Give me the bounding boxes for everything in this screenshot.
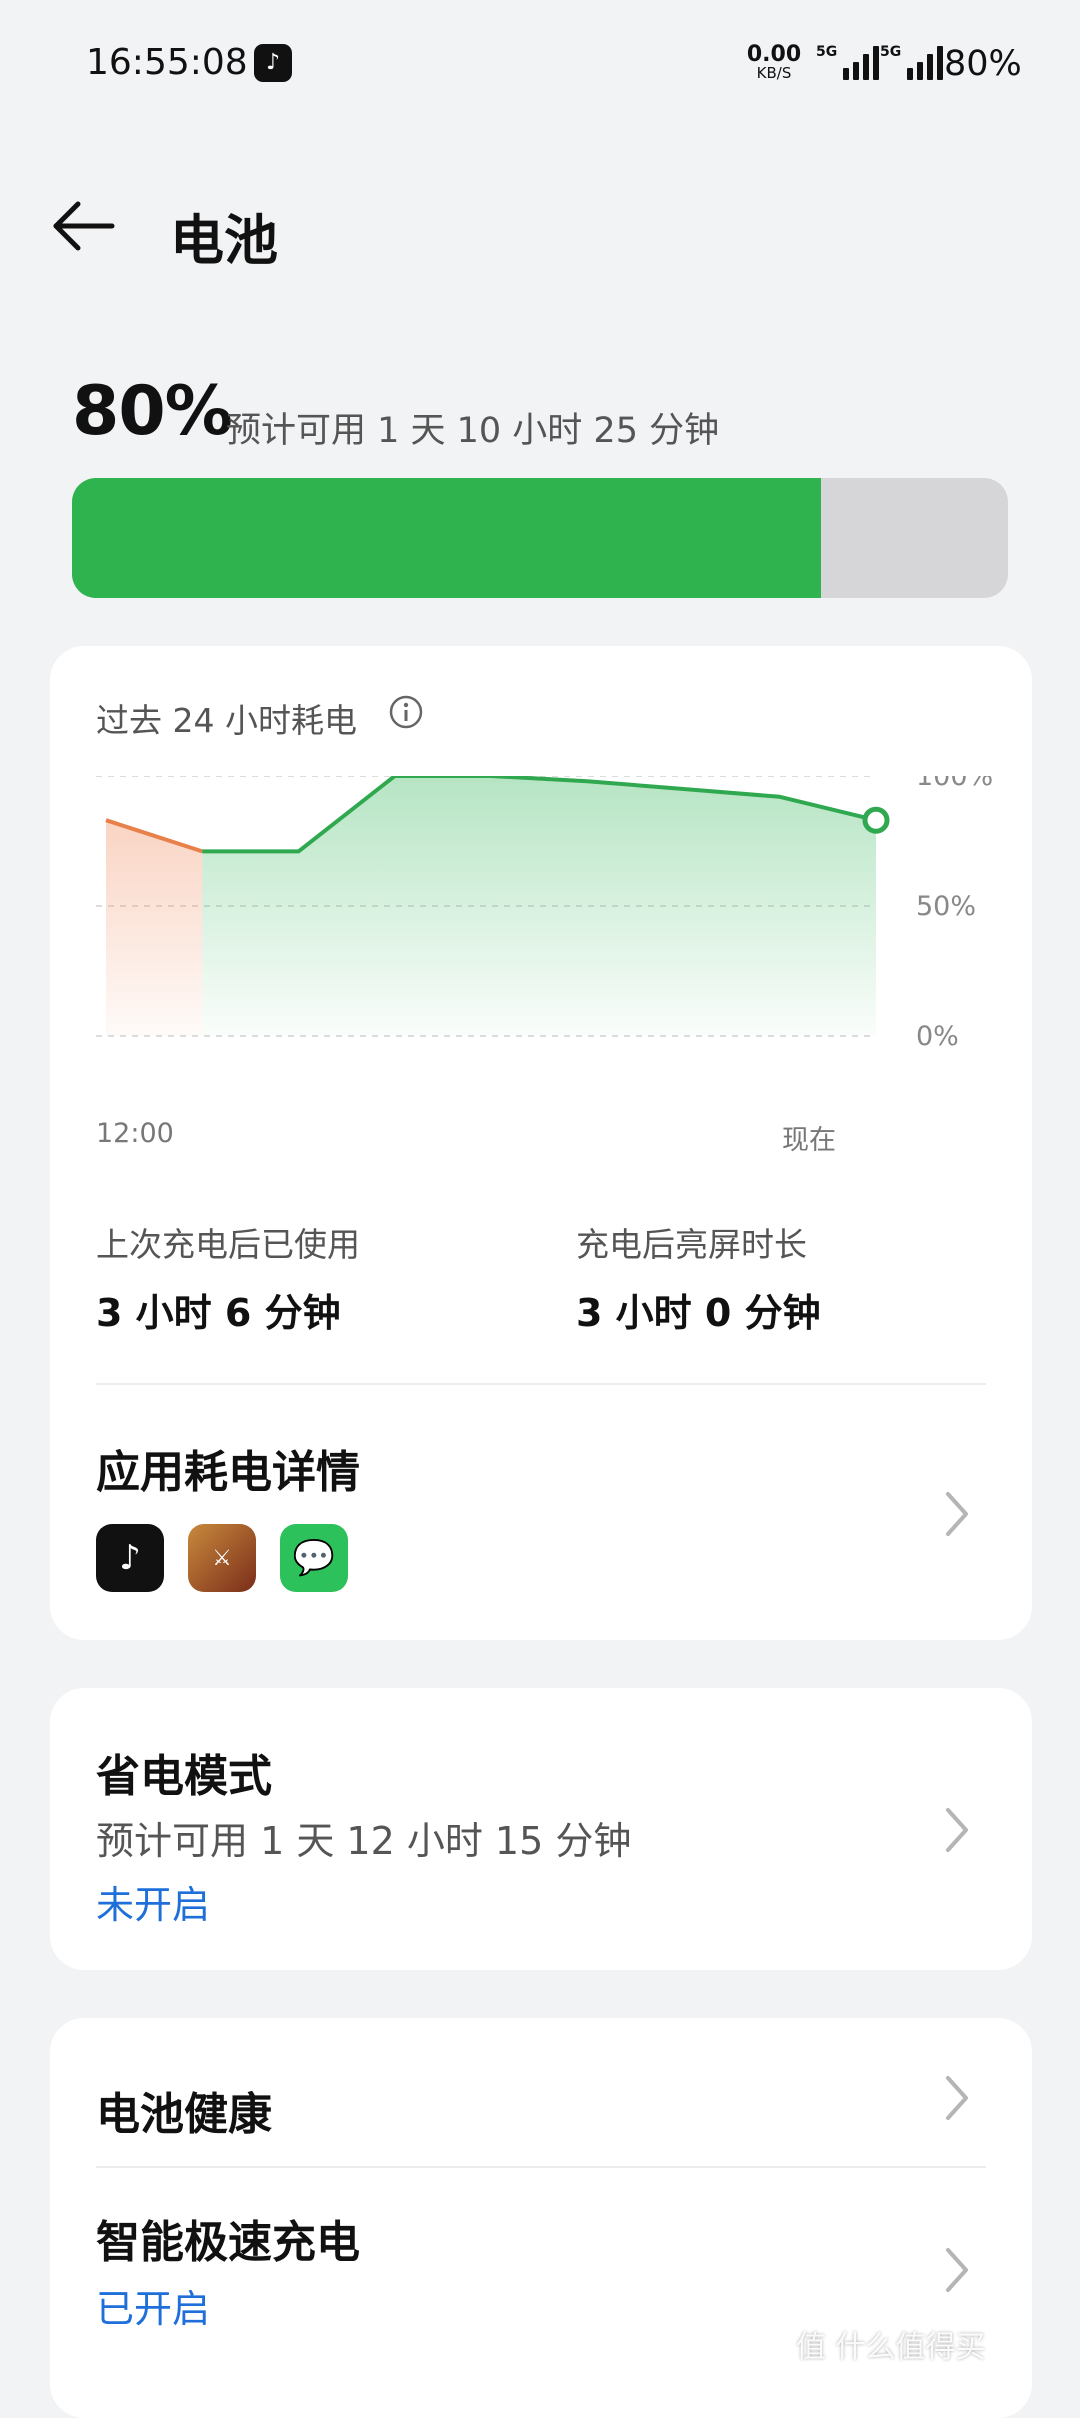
usage-card: 过去 24 小时耗电 100% 50% 0% 12:00 现在 上次充电后已使用 3… — [50, 646, 1032, 1640]
y-tick-label: 50% — [916, 891, 976, 922]
x-axis-end-label: 现在 — [782, 1125, 836, 1156]
power-saving-title: 省电模式 — [96, 1751, 272, 1802]
x-axis-start-label: 12:00 — [96, 1118, 174, 1149]
chevron-right-icon — [946, 1808, 968, 1852]
battery-level-fill — [72, 478, 821, 598]
watermark: 值 什么值得买 — [796, 2330, 986, 2365]
fast-charge-state: 已开启 — [96, 2287, 211, 2331]
status-battery: 80% — [944, 44, 1022, 84]
page-title: 电池 — [170, 209, 278, 272]
app-usage-title: 应用耗电详情 — [96, 1447, 360, 1498]
fast-charge-title: 智能极速充电 — [96, 2217, 360, 2268]
network-type: 5G — [816, 44, 838, 60]
honor-of-kings-icon: ⚔ — [188, 1524, 256, 1592]
power-saving-estimate: 预计可用 1 天 12 小时 15 分钟 — [96, 1819, 632, 1863]
wechat-icon: 💬 — [280, 1524, 348, 1592]
chevron-right-icon — [946, 1492, 968, 1536]
divider — [96, 1383, 986, 1385]
since-charge-label: 上次充电后已使用 — [96, 1225, 360, 1264]
battery-estimate: 预计可用 1 天 10 小时 25 分钟 — [226, 411, 720, 451]
battery-percent: 80% — [72, 372, 233, 451]
signal-icon: 5G — [816, 44, 880, 80]
app-usage-row[interactable]: 应用耗电详情 ♪ ⚔ 💬 — [50, 1386, 1032, 1640]
arrow-left-icon — [53, 201, 115, 251]
battery-health-title: 电池健康 — [96, 2089, 272, 2140]
network-type: 5G — [880, 44, 902, 60]
battery-level-bar — [72, 478, 1008, 598]
tiktok-icon: ♪ — [96, 1524, 164, 1592]
screen-on-value: 3 小时 0 分钟 — [576, 1291, 821, 1335]
y-tick-label: 0% — [916, 1021, 959, 1052]
status-time: 16:55:08 — [86, 42, 248, 83]
power-saving-card[interactable]: 省电模式 预计可用 1 天 12 小时 15 分钟 未开启 — [50, 1688, 1032, 1970]
fast-charge-row[interactable]: 智能极速充电 已开启 — [50, 2168, 1032, 2418]
current-level-marker — [862, 806, 890, 834]
tiktok-icon: ♪ — [254, 44, 292, 82]
net-speed: 0.00 KB/S — [744, 44, 804, 81]
info-icon[interactable] — [388, 694, 424, 730]
power-saving-state: 未开启 — [96, 1883, 211, 1927]
since-charge-value: 3 小时 6 分钟 — [96, 1291, 341, 1335]
back-button[interactable] — [50, 200, 116, 252]
chevron-right-icon — [946, 2248, 968, 2292]
chart-title: 过去 24 小时耗电 — [96, 701, 357, 740]
net-speed-unit: KB/S — [756, 64, 792, 82]
discharge-area-prev — [106, 820, 203, 1036]
battery-usage-chart: 100% 50% 0% — [96, 776, 993, 1052]
net-speed-value: 0.00 — [746, 42, 802, 67]
discharge-area — [202, 776, 876, 1036]
chevron-right-icon — [946, 2076, 968, 2120]
battery-health-row[interactable]: 电池健康 — [50, 2018, 1032, 2168]
app-icons: ♪ ⚔ 💬 — [96, 1524, 348, 1592]
screen-on-label: 充电后亮屏时长 — [576, 1225, 807, 1264]
y-tick-label: 100% — [916, 776, 993, 792]
signal-icon: 5G — [880, 44, 944, 80]
